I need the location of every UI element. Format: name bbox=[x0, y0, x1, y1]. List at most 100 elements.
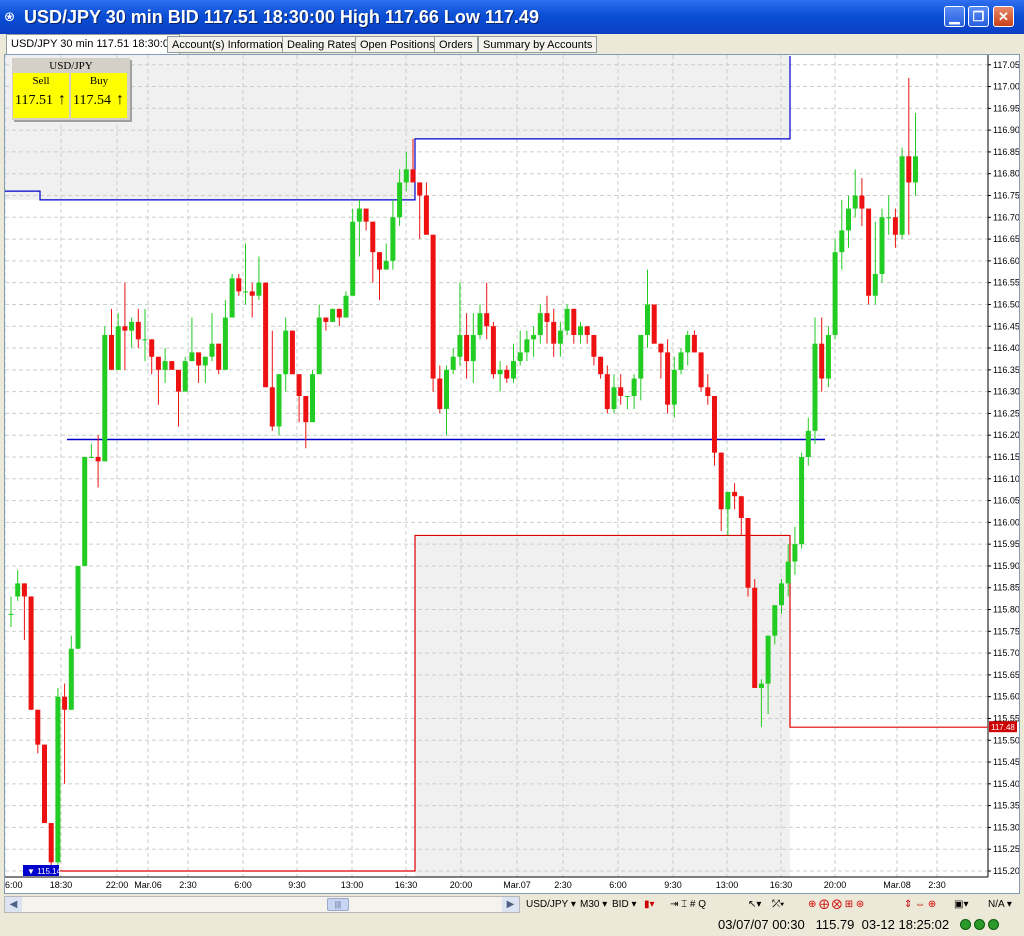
candle-body bbox=[504, 369, 510, 379]
candle-body bbox=[866, 208, 872, 296]
chart-panel[interactable]: 117.05 117.00 116.95 116.90 116.85 116.80 116.… bbox=[4, 54, 1020, 894]
candle-body bbox=[390, 217, 396, 261]
candle-body bbox=[15, 583, 21, 597]
candle-body bbox=[470, 334, 476, 362]
candle-body bbox=[28, 596, 34, 710]
candle-type-icon[interactable]: ▮▾ bbox=[644, 898, 655, 912]
candle-body bbox=[410, 169, 416, 183]
candlestick-chart[interactable]: 117.05 117.00 116.95 116.90 116.85 116.80 116.… bbox=[5, 55, 1019, 893]
candle-body bbox=[557, 330, 563, 344]
zoom-icon[interactable]: ⊕ ⨁ ⨂ ⊞ ⊛ bbox=[808, 898, 864, 912]
title-bar: ⍟ USD/JPY 30 min BID 117.51 18:30:00 Hig… bbox=[0, 0, 1024, 34]
horizontal-scrollbar[interactable]: ◀ ||| ▶ bbox=[4, 896, 520, 913]
candle-body bbox=[712, 395, 717, 453]
candle-body bbox=[383, 260, 389, 270]
chart-tools-icons[interactable]: ⇥ ⌶ # Q bbox=[670, 898, 706, 912]
candle-body bbox=[531, 334, 537, 340]
candle-body bbox=[651, 304, 657, 344]
zoom-value-dropdown[interactable]: N/A ▾ bbox=[988, 898, 1012, 912]
candle-body bbox=[8, 613, 14, 615]
sell-cell[interactable]: Sell 117.51 ↑ bbox=[13, 73, 69, 118]
candle-body bbox=[598, 356, 604, 375]
candle-body bbox=[430, 234, 436, 379]
candle-body bbox=[524, 339, 530, 353]
candle-body bbox=[129, 321, 135, 331]
app-logo-icon: ⍟ bbox=[5, 9, 15, 26]
maximize-button[interactable]: ❐ bbox=[968, 6, 989, 27]
candle-body bbox=[886, 217, 892, 219]
candle-body bbox=[316, 317, 322, 375]
candle-body bbox=[370, 221, 376, 253]
tab-summary-by-accounts[interactable]: Summary by Accounts bbox=[478, 36, 598, 53]
candle-body bbox=[403, 169, 409, 183]
y-tick-label: 115.90 bbox=[993, 561, 1019, 571]
candle-body bbox=[658, 343, 664, 353]
buy-cell[interactable]: Buy 117.54 ↑ bbox=[71, 73, 127, 118]
symbol-value: USD/JPY bbox=[526, 899, 569, 910]
cursor-icon[interactable]: ↖▾ bbox=[748, 898, 761, 912]
quote-symbol: USD/JPY bbox=[49, 60, 93, 72]
timeframe-dropdown[interactable]: M30 ▾ bbox=[580, 898, 607, 912]
candle-body bbox=[256, 282, 262, 296]
candle-body bbox=[82, 456, 88, 566]
candle-body bbox=[95, 456, 101, 462]
y-tick-label: 115.30 bbox=[993, 822, 1019, 832]
y-tick-label: 115.20 bbox=[993, 866, 1019, 876]
tab-accounts-information[interactable]: Account(s) Information bbox=[167, 36, 288, 53]
y-tick-label: 115.50 bbox=[993, 735, 1019, 745]
y-tick-label: 116.90 bbox=[993, 125, 1019, 135]
x-tick-label: Mar.07 bbox=[503, 880, 531, 890]
minimize-button[interactable]: ▁ bbox=[944, 6, 965, 27]
y-tick-label: 116.55 bbox=[993, 278, 1019, 288]
candle-body bbox=[752, 587, 758, 688]
candle-body bbox=[464, 334, 470, 362]
settings-icon[interactable]: ▣▾ bbox=[954, 898, 968, 912]
navigation-icons[interactable]: ⇕ ⇔ ⊕ bbox=[904, 898, 936, 912]
price-type-dropdown[interactable]: BID ▾ bbox=[612, 898, 636, 912]
scroll-thumb[interactable]: ||| bbox=[327, 898, 349, 911]
candle-body bbox=[765, 635, 771, 684]
candle-body bbox=[732, 491, 738, 497]
scroll-left-icon[interactable]: ◀ bbox=[5, 897, 22, 912]
tab-chart[interactable]: USD/JPY 30 min 117.51 18:30:00 bbox=[6, 34, 181, 54]
tab-open-positions[interactable]: Open Positions bbox=[355, 36, 440, 53]
price-type-value: BID bbox=[612, 899, 629, 910]
candle-body bbox=[437, 378, 443, 410]
candle-body bbox=[35, 709, 41, 745]
candle-body bbox=[638, 334, 644, 379]
candle-body bbox=[591, 334, 597, 357]
zoom-value: N/A bbox=[988, 899, 1005, 910]
sell-up-arrow-icon: ↑ bbox=[58, 91, 66, 108]
candle-body bbox=[323, 317, 329, 322]
tab-dealing-rates[interactable]: Dealing Rates bbox=[282, 36, 362, 53]
x-tick-label: 2:30 bbox=[179, 880, 197, 890]
candle-body bbox=[196, 352, 202, 366]
candle-body bbox=[899, 156, 905, 235]
x-tick-label: 18:30 bbox=[50, 880, 73, 890]
candle-body bbox=[350, 221, 356, 296]
candle-body bbox=[772, 605, 778, 636]
y-tick-label: 115.60 bbox=[993, 692, 1019, 702]
symbol-dropdown[interactable]: USD/JPY ▾ bbox=[526, 898, 576, 912]
candle-body bbox=[611, 387, 617, 410]
candle-body bbox=[852, 195, 858, 209]
candle-body bbox=[75, 565, 81, 649]
candle-body bbox=[68, 648, 74, 710]
crosshair-icon[interactable]: ⤱▾ bbox=[772, 898, 784, 912]
candle-body bbox=[115, 326, 121, 370]
tab-orders[interactable]: Orders bbox=[434, 36, 478, 53]
y-tick-label: 116.30 bbox=[993, 387, 1019, 397]
status-readout: 03/07/07 00:30 115.79 03-12 18:25:02 bbox=[718, 917, 949, 932]
cursor-time: 03/07/07 00:30 bbox=[718, 917, 805, 932]
y-tick-label: 116.85 bbox=[993, 147, 1019, 157]
scroll-right-icon[interactable]: ▶ bbox=[502, 897, 519, 912]
close-button[interactable]: ✕ bbox=[993, 6, 1014, 27]
y-tick-label: 115.70 bbox=[993, 648, 1019, 658]
trading-status-icon bbox=[988, 919, 999, 930]
connection-status-icon bbox=[960, 919, 971, 930]
candle-body bbox=[169, 361, 175, 370]
candle-body bbox=[109, 334, 114, 370]
candle-body bbox=[249, 291, 255, 296]
candle-body bbox=[343, 295, 349, 318]
candle-body bbox=[229, 278, 235, 318]
